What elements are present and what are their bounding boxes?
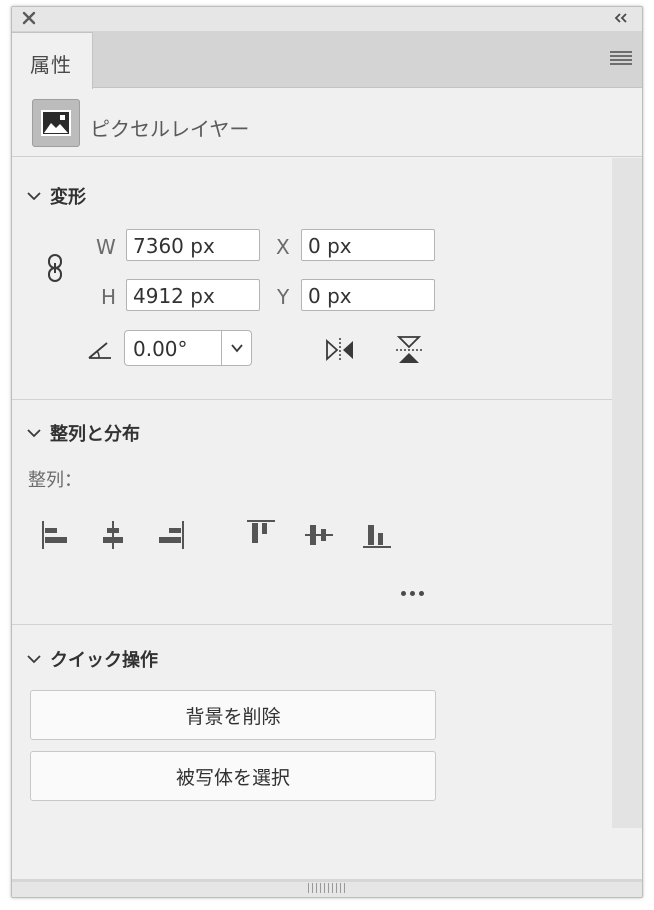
rotation-angle-field[interactable]: 0.00° [124, 330, 252, 366]
ellipsis-icon [400, 590, 424, 596]
x-input[interactable]: 0 px [301, 229, 435, 261]
section-divider [12, 624, 612, 625]
section-align-header[interactable]: 整列と分布 [26, 420, 140, 446]
section-quick-actions-title: クイック操作 [50, 650, 158, 671]
flip-vertical-button[interactable] [392, 332, 426, 368]
section-align-title: 整列と分布 [50, 424, 140, 445]
y-input[interactable]: 0 px [301, 279, 435, 311]
align-label: 整列： [28, 470, 82, 491]
width-input[interactable]: 7360 px [126, 229, 260, 261]
section-transform-title: 変形 [50, 187, 86, 208]
x-label: X [276, 235, 290, 259]
width-label: W [96, 235, 116, 259]
collapse-panel-button[interactable] [610, 9, 632, 27]
panel-titlebar [12, 7, 642, 31]
align-bottom-edges-button[interactable] [360, 518, 394, 552]
remove-background-button[interactable]: 背景を削除 [30, 690, 436, 740]
select-subject-button[interactable]: 被写体を選択 [30, 751, 436, 801]
resize-grip[interactable] [308, 883, 348, 893]
align-bottom-icon [363, 525, 391, 548]
chain-link-icon [48, 254, 62, 282]
y-label: Y [277, 285, 290, 309]
align-top-icon [247, 520, 275, 543]
panel-tabbar: 属性 [12, 31, 642, 89]
flip-horizontal-button[interactable] [320, 334, 360, 366]
align-horizontal-centers-button[interactable] [96, 518, 130, 552]
align-right-icon [159, 521, 184, 549]
vertical-scrollbar[interactable] [612, 158, 642, 828]
height-input[interactable]: 4912 px [126, 279, 260, 311]
align-horizontal-center-icon [103, 521, 123, 549]
link-proportions-button[interactable] [42, 250, 68, 286]
tab-properties[interactable]: 属性 [12, 32, 93, 89]
panel-resize-bar [12, 879, 642, 897]
height-label: H [101, 285, 117, 309]
chevron-down-icon [27, 192, 41, 201]
chevron-down-icon [27, 429, 41, 438]
flip-vertical-icon [396, 336, 422, 363]
section-divider [12, 399, 612, 400]
flip-horizontal-icon [326, 338, 353, 362]
close-button[interactable] [20, 9, 38, 27]
more-options-button[interactable] [394, 583, 430, 603]
panel-menu-button[interactable] [610, 49, 632, 69]
properties-panel: 属性 ピクセルレイヤー 変形 W 7360 px X 0 px H 4912 p… [11, 6, 643, 898]
rotation-angle-value[interactable]: 0.00° [133, 337, 188, 361]
angle-icon [88, 342, 111, 359]
close-icon [22, 11, 36, 25]
rotation-angle-dropdown[interactable] [221, 331, 251, 365]
hamburger-menu-icon [610, 51, 632, 65]
align-left-icon [42, 521, 67, 549]
panel-content: 変形 W 7360 px X 0 px H 4912 px Y 0 px 0.0… [12, 158, 612, 833]
section-quick-actions-header[interactable]: クイック操作 [26, 646, 158, 672]
section-transform-header[interactable]: 変形 [26, 183, 86, 209]
align-top-edges-button[interactable] [244, 516, 278, 550]
align-vertical-center-icon [305, 525, 333, 545]
chevron-down-icon [230, 344, 243, 353]
chevron-down-icon [27, 655, 41, 664]
align-right-edges-button[interactable] [154, 518, 188, 552]
layer-type-label: ピクセルレイヤー [90, 117, 250, 141]
angle-icon-holder [86, 338, 114, 362]
layer-type-row: ピクセルレイヤー [12, 89, 642, 157]
layer-thumbnail [32, 99, 80, 147]
align-left-edges-button[interactable] [38, 518, 72, 552]
double-chevron-left-icon [614, 13, 627, 23]
pixel-layer-thumbnail-icon [41, 110, 71, 136]
align-vertical-centers-button[interactable] [302, 518, 336, 552]
